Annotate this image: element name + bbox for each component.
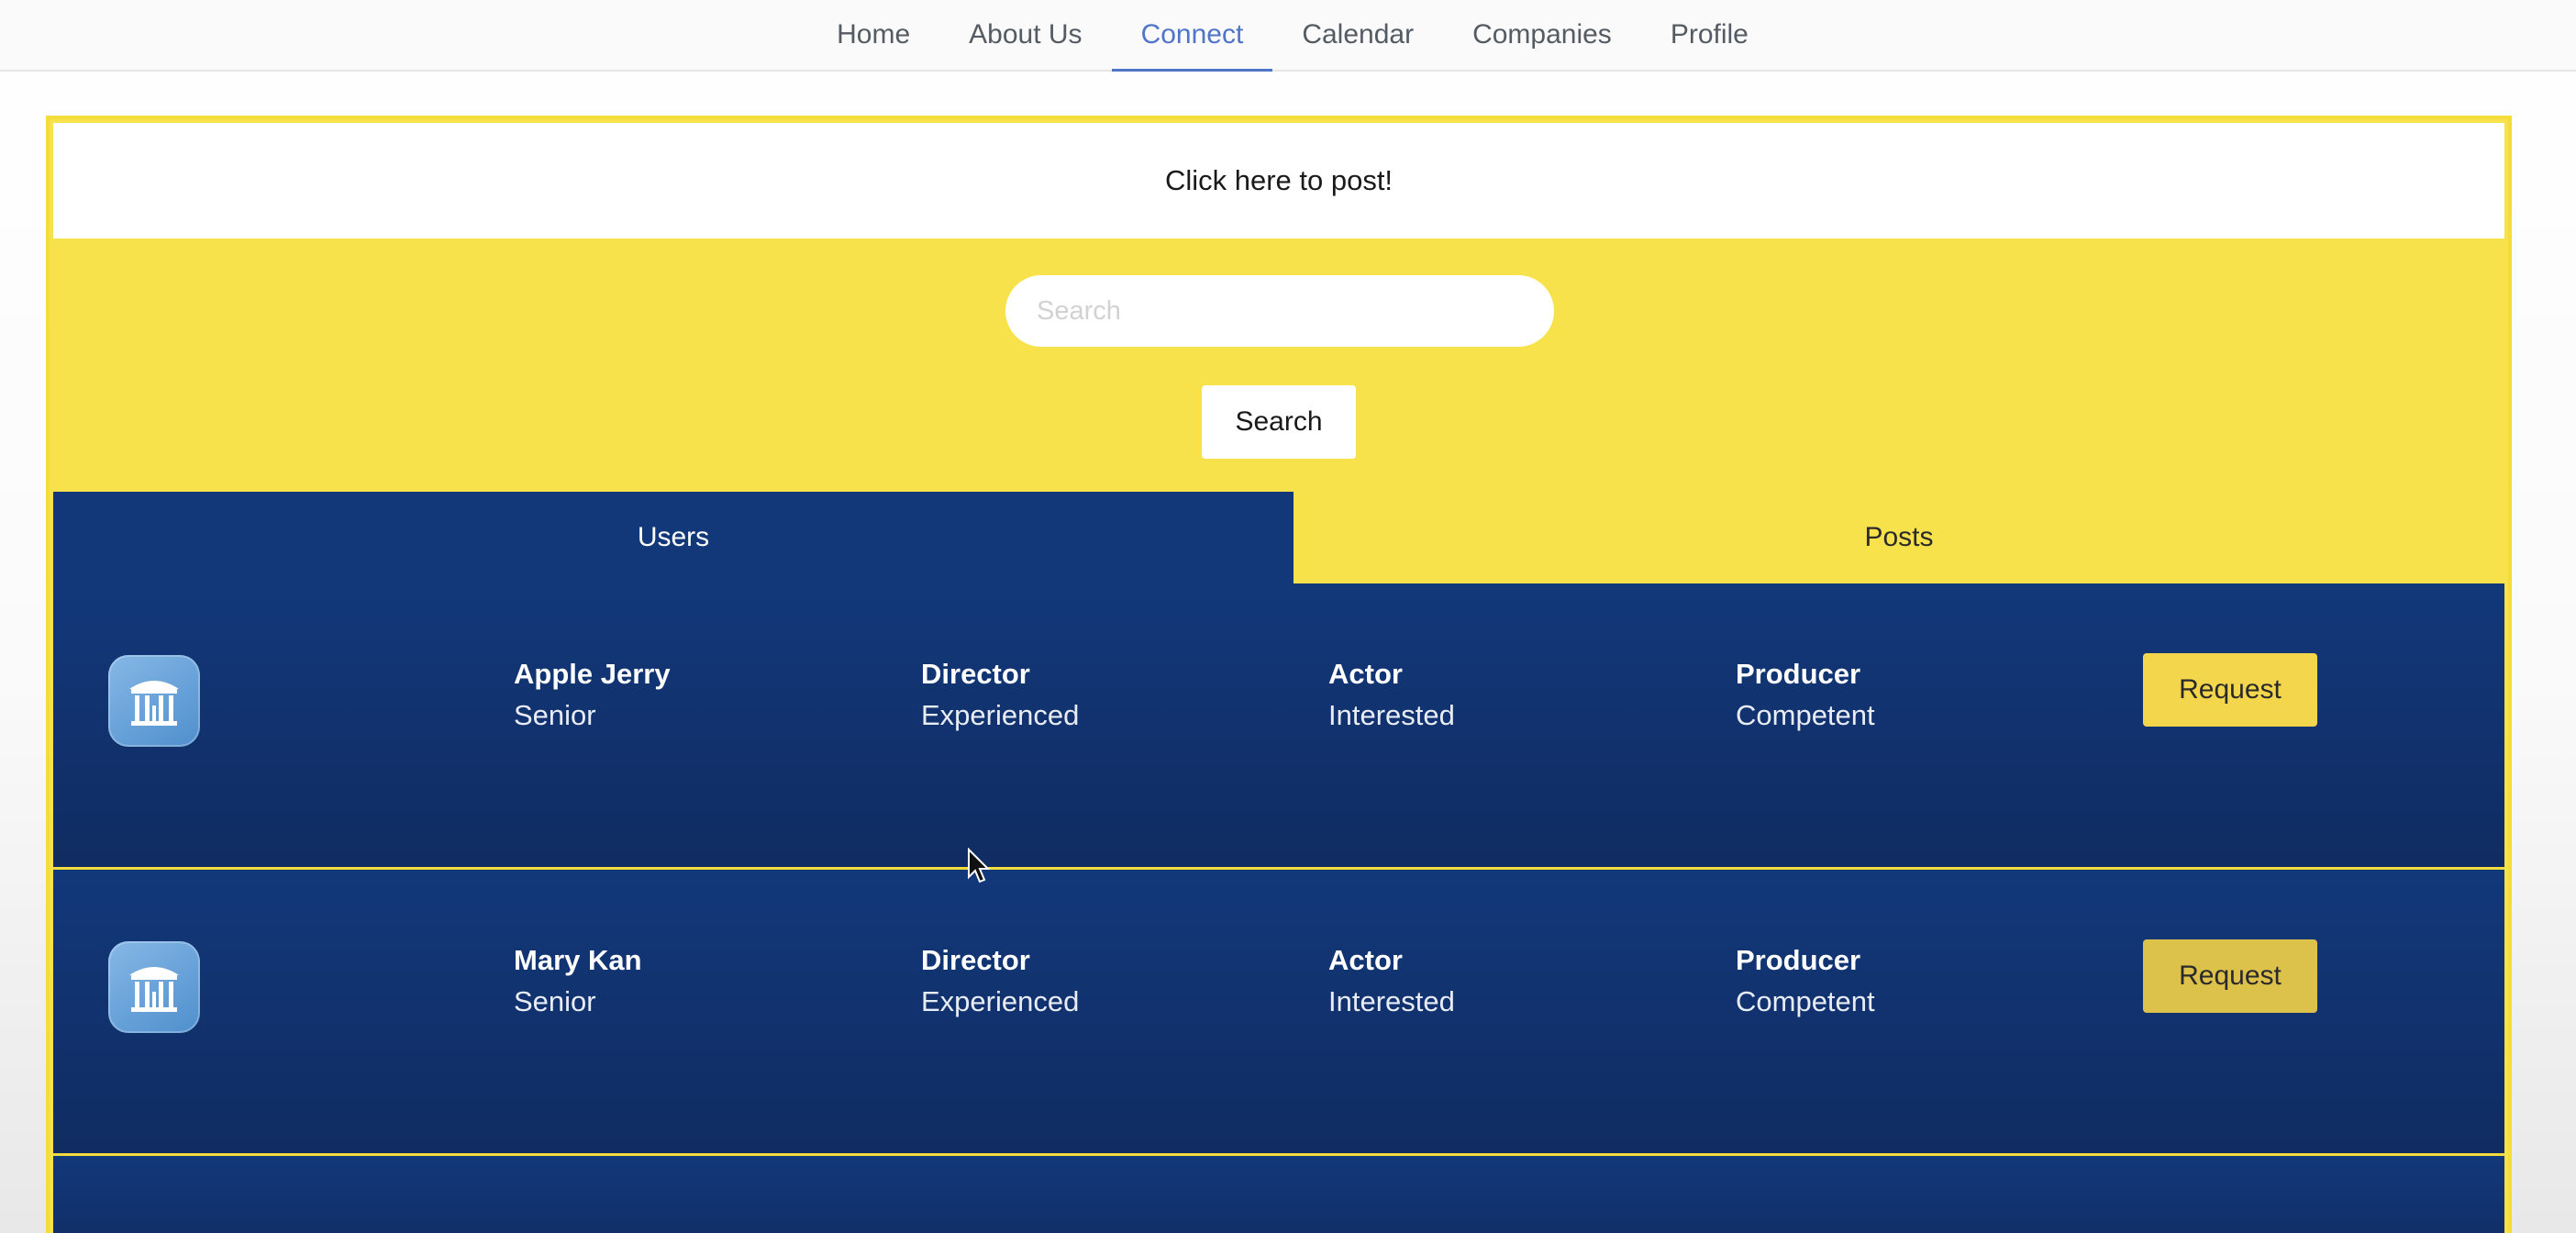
user-list: Apple Jerry Senior Director Experienced … bbox=[53, 583, 2504, 1233]
nav-item-profile[interactable]: Profile bbox=[1641, 0, 1778, 70]
role-cell-producer: Producer Competent bbox=[1736, 657, 1875, 732]
old-well-icon bbox=[129, 681, 179, 726]
tab-posts[interactable]: Posts bbox=[1294, 492, 2504, 583]
list-item bbox=[53, 1156, 2504, 1233]
tab-users[interactable]: Users bbox=[53, 492, 1294, 583]
old-well-icon bbox=[129, 967, 179, 1012]
role-title: Director bbox=[921, 944, 1030, 976]
role-title: Actor bbox=[1328, 944, 1403, 976]
search-button[interactable]: Search bbox=[1202, 385, 1356, 459]
role-title: Producer bbox=[1736, 944, 1861, 976]
user-level: Senior bbox=[514, 699, 596, 732]
role-skill: Competent bbox=[1736, 699, 1875, 732]
mouse-cursor-icon bbox=[968, 848, 991, 883]
avatar bbox=[108, 941, 200, 1033]
request-button[interactable]: Request bbox=[2143, 939, 2317, 1013]
list-item: Apple Jerry Senior Director Experienced … bbox=[53, 583, 2504, 870]
search-input[interactable] bbox=[1005, 275, 1554, 347]
request-button[interactable]: Request bbox=[2143, 653, 2317, 727]
nav-item-home[interactable]: Home bbox=[807, 0, 939, 70]
avatar bbox=[108, 655, 200, 747]
user-name-cell: Mary Kan Senior bbox=[514, 943, 642, 1018]
role-skill: Experienced bbox=[921, 699, 1080, 732]
nav-item-companies[interactable]: Companies bbox=[1443, 0, 1641, 70]
role-title: Director bbox=[921, 658, 1030, 690]
role-skill: Competent bbox=[1736, 985, 1875, 1018]
user-name: Mary Kan bbox=[514, 944, 642, 976]
role-cell-director: Director Experienced bbox=[921, 943, 1079, 1018]
user-name-cell: Apple Jerry Senior bbox=[514, 657, 671, 732]
nav-item-about-us[interactable]: About Us bbox=[939, 0, 1111, 70]
role-cell-actor: Actor Interested bbox=[1328, 943, 1455, 1018]
role-title: Actor bbox=[1328, 658, 1403, 690]
role-skill: Experienced bbox=[921, 985, 1080, 1018]
nav-menu: Home About Us Connect Calendar Companies… bbox=[0, 0, 2576, 72]
role-cell-producer: Producer Competent bbox=[1736, 943, 1875, 1018]
user-level: Senior bbox=[514, 985, 596, 1018]
user-name: Apple Jerry bbox=[514, 658, 671, 690]
connect-page: Home About Us Connect Calendar Companies… bbox=[0, 0, 2576, 1233]
list-item: Mary Kan Senior Director Experienced Act… bbox=[53, 870, 2504, 1156]
create-post-button[interactable]: Click here to post! bbox=[53, 123, 2504, 239]
role-cell-director: Director Experienced bbox=[921, 657, 1079, 732]
top-navbar: Home About Us Connect Calendar Companies… bbox=[0, 0, 2576, 72]
role-cell-actor: Actor Interested bbox=[1328, 657, 1455, 732]
connect-panel: Click here to post! Search Users Posts bbox=[46, 116, 2512, 1233]
role-title: Producer bbox=[1736, 658, 1861, 690]
nav-item-calendar[interactable]: Calendar bbox=[1272, 0, 1443, 70]
role-skill: Interested bbox=[1328, 985, 1455, 1018]
nav-item-connect[interactable]: Connect bbox=[1111, 0, 1273, 72]
role-skill: Interested bbox=[1328, 699, 1455, 732]
